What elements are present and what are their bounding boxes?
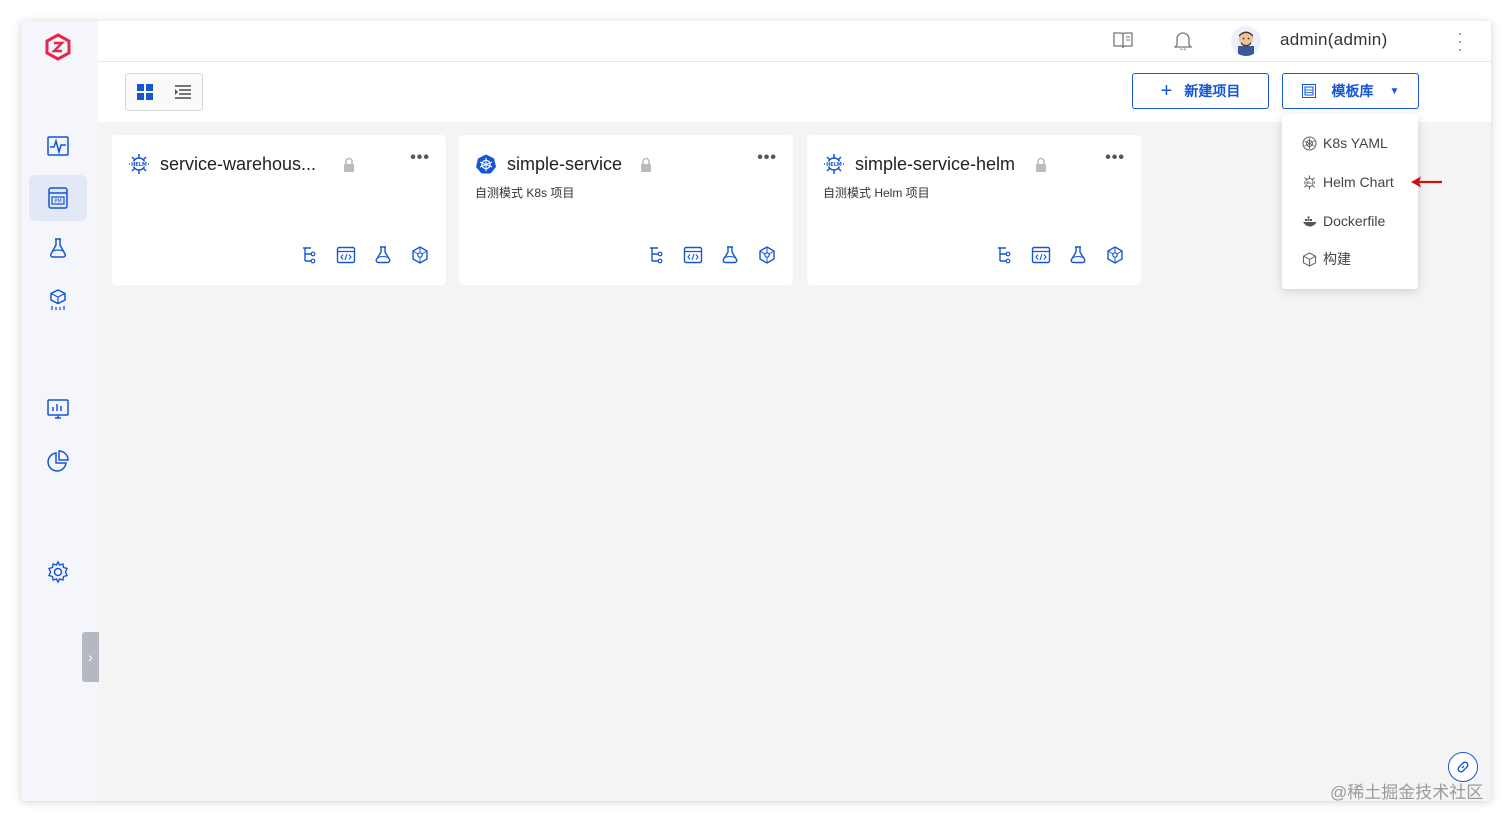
list-view-button[interactable] bbox=[164, 74, 202, 110]
sidebar-expand-handle[interactable]: › bbox=[82, 632, 99, 682]
menu-item-k8s-yaml[interactable]: K8s YAML bbox=[1302, 131, 1388, 155]
flask-icon[interactable] bbox=[373, 245, 393, 265]
link-icon bbox=[1457, 761, 1469, 773]
project-name[interactable]: simple-service-helm bbox=[855, 154, 1015, 175]
template-dropdown-menu: K8s YAML HELM Helm Chart Dockerfile 构建 bbox=[1282, 114, 1418, 289]
menu-item-label: 构建 bbox=[1323, 251, 1351, 267]
pulse-monitor-icon bbox=[47, 136, 69, 156]
flask-icon[interactable] bbox=[1068, 245, 1088, 265]
menu-item-label: K8s YAML bbox=[1323, 135, 1388, 151]
view-mode-toggle bbox=[125, 73, 203, 111]
environment-network-icon[interactable] bbox=[410, 245, 430, 265]
helm-icon: HELM bbox=[823, 153, 845, 175]
menu-item-build[interactable]: 构建 bbox=[1302, 247, 1351, 271]
gear-icon bbox=[48, 560, 68, 584]
project-toolbar: + 新建项目 模板库 ▼ bbox=[98, 62, 1491, 122]
flask-icon bbox=[49, 238, 67, 258]
project-description: 自测模式 K8s 项目 bbox=[475, 186, 575, 200]
sidebar-item-overview[interactable] bbox=[29, 123, 87, 169]
menu-item-dockerfile[interactable]: Dockerfile bbox=[1302, 209, 1385, 233]
project-actions bbox=[994, 245, 1125, 265]
sidebar-item-projects[interactable]: PM bbox=[29, 175, 87, 221]
template-library-label: 模板库 bbox=[1331, 83, 1374, 99]
kubernetes-icon bbox=[1302, 135, 1317, 151]
project-card[interactable]: simple-service ••• 自测模式 K8s 项目 bbox=[459, 135, 793, 285]
sidebar-item-testing[interactable] bbox=[29, 225, 87, 271]
sidebar-item-settings[interactable] bbox=[29, 549, 87, 595]
project-actions bbox=[299, 245, 430, 265]
template-library-button[interactable]: 模板库 ▼ bbox=[1282, 73, 1419, 109]
project-card[interactable]: HELM service-warehous... ••• bbox=[112, 135, 446, 285]
code-window-icon[interactable] bbox=[683, 245, 703, 265]
username[interactable]: admin(admin) bbox=[1280, 30, 1388, 50]
more-horizontal-icon[interactable]: ••• bbox=[1105, 149, 1125, 167]
watermark: @稀土掘金技术社区 bbox=[1330, 783, 1484, 802]
workflow-tree-icon[interactable] bbox=[994, 245, 1014, 265]
menu-item-label: Dockerfile bbox=[1323, 213, 1386, 229]
svg-text:HELM: HELM bbox=[826, 162, 842, 168]
project-name[interactable]: service-warehous... bbox=[160, 154, 316, 175]
app-window: PM › admin(admin) · · · + 新建项目 模板库 ▼ HEL… bbox=[21, 21, 1491, 801]
more-horizontal-icon[interactable]: ••• bbox=[757, 149, 777, 167]
helm-icon: HELM bbox=[1302, 175, 1317, 189]
grid-icon bbox=[137, 84, 153, 100]
annotation-arrow-icon bbox=[1411, 176, 1442, 188]
project-manager-icon: PM bbox=[48, 187, 68, 209]
list-icon bbox=[175, 85, 191, 99]
new-project-label: 新建项目 bbox=[1184, 83, 1241, 99]
svg-text:PM: PM bbox=[54, 199, 61, 205]
flask-icon[interactable] bbox=[720, 245, 740, 265]
environment-network-icon[interactable] bbox=[757, 245, 777, 265]
chevron-right-icon: › bbox=[88, 649, 93, 665]
lock-icon bbox=[640, 157, 652, 173]
template-icon bbox=[1301, 84, 1316, 98]
package-hand-icon bbox=[50, 289, 66, 310]
new-project-button[interactable]: + 新建项目 bbox=[1132, 73, 1269, 109]
plus-icon: + bbox=[1160, 80, 1173, 102]
top-header: admin(admin) · · · bbox=[98, 21, 1491, 62]
svg-text:HELM: HELM bbox=[131, 162, 147, 168]
helm-icon: HELM bbox=[128, 153, 150, 175]
avatar[interactable] bbox=[1231, 26, 1261, 56]
pie-chart-icon bbox=[47, 450, 69, 472]
caret-down-icon: ▼ bbox=[1389, 85, 1400, 97]
environment-network-icon[interactable] bbox=[1105, 245, 1125, 265]
docker-icon bbox=[1303, 216, 1317, 227]
project-card[interactable]: HELM simple-service-helm ••• 自测模式 Helm 项… bbox=[807, 135, 1141, 285]
more-vertical-icon[interactable]: · · · bbox=[1455, 24, 1465, 58]
sidebar-item-analytics[interactable] bbox=[29, 438, 87, 484]
cube-icon bbox=[1302, 251, 1317, 267]
svg-text:HELM: HELM bbox=[1304, 180, 1316, 184]
project-name[interactable]: simple-service bbox=[507, 154, 622, 175]
sidebar-item-data-board[interactable] bbox=[29, 386, 87, 432]
code-window-icon[interactable] bbox=[336, 245, 356, 265]
zadig-logo-icon[interactable] bbox=[44, 33, 72, 61]
menu-item-helm-chart[interactable]: HELM Helm Chart bbox=[1302, 170, 1394, 194]
workflow-tree-icon[interactable] bbox=[646, 245, 666, 265]
workflow-tree-icon[interactable] bbox=[299, 245, 319, 265]
dashboard-screen-icon bbox=[47, 399, 69, 419]
sidebar-item-delivery[interactable] bbox=[29, 277, 87, 323]
project-actions bbox=[646, 245, 777, 265]
bell-icon[interactable] bbox=[1172, 29, 1194, 51]
grid-view-button[interactable] bbox=[126, 74, 164, 110]
docs-book-icon[interactable] bbox=[1112, 29, 1134, 51]
more-horizontal-icon[interactable]: ••• bbox=[410, 149, 430, 167]
project-description: 自测模式 Helm 项目 bbox=[823, 186, 930, 200]
sidebar: PM › bbox=[21, 21, 99, 801]
code-window-icon[interactable] bbox=[1031, 245, 1051, 265]
kubernetes-icon bbox=[475, 153, 497, 175]
lock-icon bbox=[343, 157, 355, 173]
menu-item-label: Helm Chart bbox=[1323, 174, 1394, 190]
lock-icon bbox=[1035, 157, 1047, 173]
